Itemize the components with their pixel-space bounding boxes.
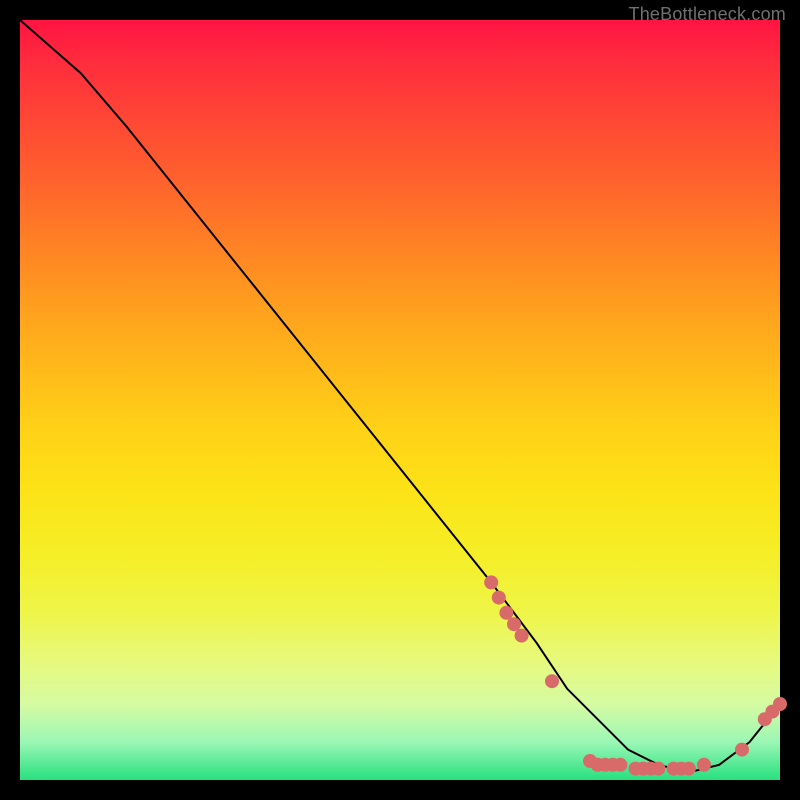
data-point: [492, 591, 506, 605]
data-point: [484, 575, 498, 589]
data-point: [697, 758, 711, 772]
data-point: [735, 743, 749, 757]
curve-line: [20, 20, 780, 772]
data-point: [613, 758, 627, 772]
data-points: [484, 575, 787, 775]
data-point: [545, 674, 559, 688]
data-point: [773, 697, 787, 711]
plot-area: [20, 20, 780, 780]
curve-svg: [20, 20, 780, 780]
data-point: [507, 617, 521, 631]
data-point: [515, 629, 529, 643]
data-point: [499, 606, 513, 620]
chart-frame: TheBottleneck.com: [0, 0, 800, 800]
data-point: [651, 762, 665, 776]
data-point: [682, 762, 696, 776]
